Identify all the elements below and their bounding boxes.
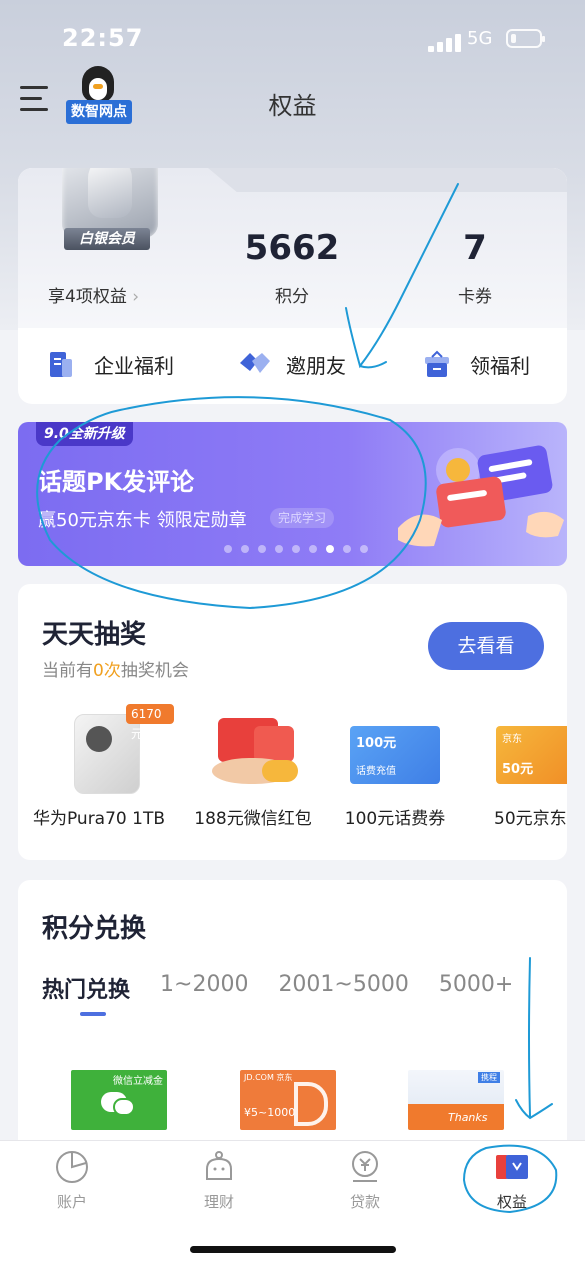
nav-account[interactable]: 账户 <box>22 1149 122 1212</box>
price-badge: 6170元 <box>126 704 174 741</box>
member-card: 白银会员 享4项权益 › 5662 积分 7 卡券 企业福利 邀朋友 领福利 <box>18 168 567 404</box>
carousel-dot-active[interactable] <box>326 545 334 553</box>
tab-5000-plus[interactable]: 5000+ <box>439 972 513 1004</box>
carousel-dots <box>224 538 377 553</box>
nav-label: 权益 <box>496 1193 527 1211</box>
piggy-bank-icon <box>201 1149 237 1185</box>
nav-label: 账户 <box>56 1193 87 1211</box>
banner-subtitle: 赢50元京东卡 领限定勋章 <box>38 510 247 531</box>
chevron-right-icon: › <box>132 287 140 307</box>
nav-rights[interactable]: 权益 <box>462 1149 562 1212</box>
quick-link-enterprise[interactable]: 企业福利 <box>46 344 174 384</box>
signal-icon <box>428 32 462 52</box>
banner-pill: 完成学习 <box>270 508 335 528</box>
rights-label: 享4项权益 <box>48 287 127 307</box>
lottery-count: 0 <box>93 661 104 681</box>
prize-label: 50元京东 <box>494 809 567 829</box>
rights-link[interactable]: 享4项权益 › <box>48 282 139 307</box>
carousel-dot[interactable] <box>343 545 351 553</box>
ctrip-card[interactable]: 携程 Thanks <box>408 1070 504 1130</box>
nav-wealth[interactable]: 理财 <box>169 1149 269 1212</box>
prize-label: 100元话费券 <box>344 809 446 829</box>
quick-link-label: 邀朋友 <box>286 353 346 378</box>
rights-icon <box>494 1149 530 1185</box>
prize-label: 188元微信红包 <box>194 809 312 829</box>
card-tag: 携程 <box>478 1072 500 1083</box>
lottery-subtitle-suffix: 抽奖机会 <box>120 661 189 681</box>
card-title: 微信立减金 <box>113 1076 163 1087</box>
quick-link-label: 企业福利 <box>94 353 174 378</box>
handshake-icon <box>238 349 270 379</box>
jd-logo-icon <box>294 1082 328 1126</box>
card-value: 50元 <box>502 762 534 777</box>
points-value[interactable]: 5662 <box>232 228 352 268</box>
lottery-section: 天天抽奖 当前有0次抽奖机会 去看看 6170元 华为Pura70 1TB 18… <box>18 584 567 860</box>
lottery-subtitle: 当前有0次抽奖机会 <box>42 656 189 681</box>
status-bar: 22:57 5G <box>0 22 585 62</box>
quick-link-label: 领福利 <box>470 353 530 378</box>
battery-icon <box>506 29 545 48</box>
phone-image: 6170元 <box>24 704 174 794</box>
prize-item[interactable]: 100元 话费充值 100元话费券 <box>320 704 470 834</box>
points-label: 积分 <box>275 287 309 307</box>
red-packet-image <box>178 714 328 794</box>
carousel-dot[interactable] <box>275 545 283 553</box>
building-icon <box>46 349 76 379</box>
home-indicator <box>190 1246 396 1253</box>
pie-chart-icon <box>54 1149 90 1185</box>
points-exchange-title: 积分兑换 <box>42 914 147 944</box>
carousel-dot[interactable] <box>258 545 266 553</box>
tab-2001-5000[interactable]: 2001~5000 <box>278 972 408 1004</box>
promo-banner[interactable]: 9.0全新升级 话题PK发评论 赢50元京东卡 领限定勋章 完成学习 <box>18 422 567 566</box>
card-title: JD.COM 京东 <box>244 1073 293 1082</box>
lottery-count-unit: 次 <box>103 661 121 681</box>
prize-label: 华为Pura70 1TB <box>32 809 166 829</box>
card-value: 100元 <box>356 736 397 751</box>
banner-tag: 9.0全新升级 <box>36 422 133 446</box>
carousel-dot[interactable] <box>241 545 249 553</box>
go-see-button[interactable]: 去看看 <box>428 622 544 670</box>
phone-credit-card-image: 100元 话费充值 <box>320 714 470 794</box>
coupons-label: 卡券 <box>458 287 492 307</box>
card-title: Thanks <box>448 1111 488 1124</box>
jd-gift-card[interactable]: JD.COM 京东 ¥5~1000 <box>240 1070 336 1130</box>
carousel-dot[interactable] <box>292 545 300 553</box>
status-time: 22:57 <box>62 24 144 52</box>
member-level: 白银会员 <box>64 228 150 250</box>
lottery-subtitle-prefix: 当前有 <box>42 661 93 681</box>
network-label: 5G <box>467 28 493 49</box>
yuan-coin-icon <box>347 1149 383 1185</box>
carousel-dot[interactable] <box>224 545 232 553</box>
chat-bubbles-illustration <box>398 445 564 547</box>
prize-item[interactable]: 6170元 华为Pura70 1TB <box>24 704 174 834</box>
page-title: 权益 <box>268 92 317 120</box>
carousel-dot[interactable] <box>309 545 317 553</box>
card-range: ¥5~1000 <box>244 1106 296 1119</box>
tab-1-2000[interactable]: 1~2000 <box>160 972 248 1004</box>
card-subtext: 话费充值 <box>356 766 396 777</box>
wechat-card[interactable]: 微信立减金 <box>71 1070 167 1130</box>
card-brand: 京东 <box>502 734 522 745</box>
points-exchange-section: 积分兑换 热门兑换 1~2000 2001~5000 5000+ 微信立减金 J… <box>18 880 567 1180</box>
jd-card-image: 京东 50元 <box>478 714 567 794</box>
nav-loan[interactable]: 贷款 <box>315 1149 415 1212</box>
banner-title: 话题PK发评论 <box>38 468 195 496</box>
quick-link-invite[interactable]: 邀朋友 <box>238 344 346 384</box>
prize-item[interactable]: 京东 50元 50元京东 <box>478 704 567 834</box>
prize-item[interactable]: 188元微信红包 <box>178 704 328 834</box>
gift-icon <box>422 349 452 379</box>
nav-label: 理财 <box>203 1193 234 1211</box>
points-tabs: 热门兑换 1~2000 2001~5000 5000+ <box>42 972 543 1016</box>
carousel-dot[interactable] <box>360 545 368 553</box>
coupons-value[interactable]: 7 <box>415 228 535 268</box>
lottery-title: 天天抽奖 <box>42 620 147 650</box>
tab-hot[interactable]: 热门兑换 <box>42 972 130 1016</box>
nav-label: 贷款 <box>349 1193 380 1211</box>
quick-link-benefits[interactable]: 领福利 <box>422 344 530 384</box>
